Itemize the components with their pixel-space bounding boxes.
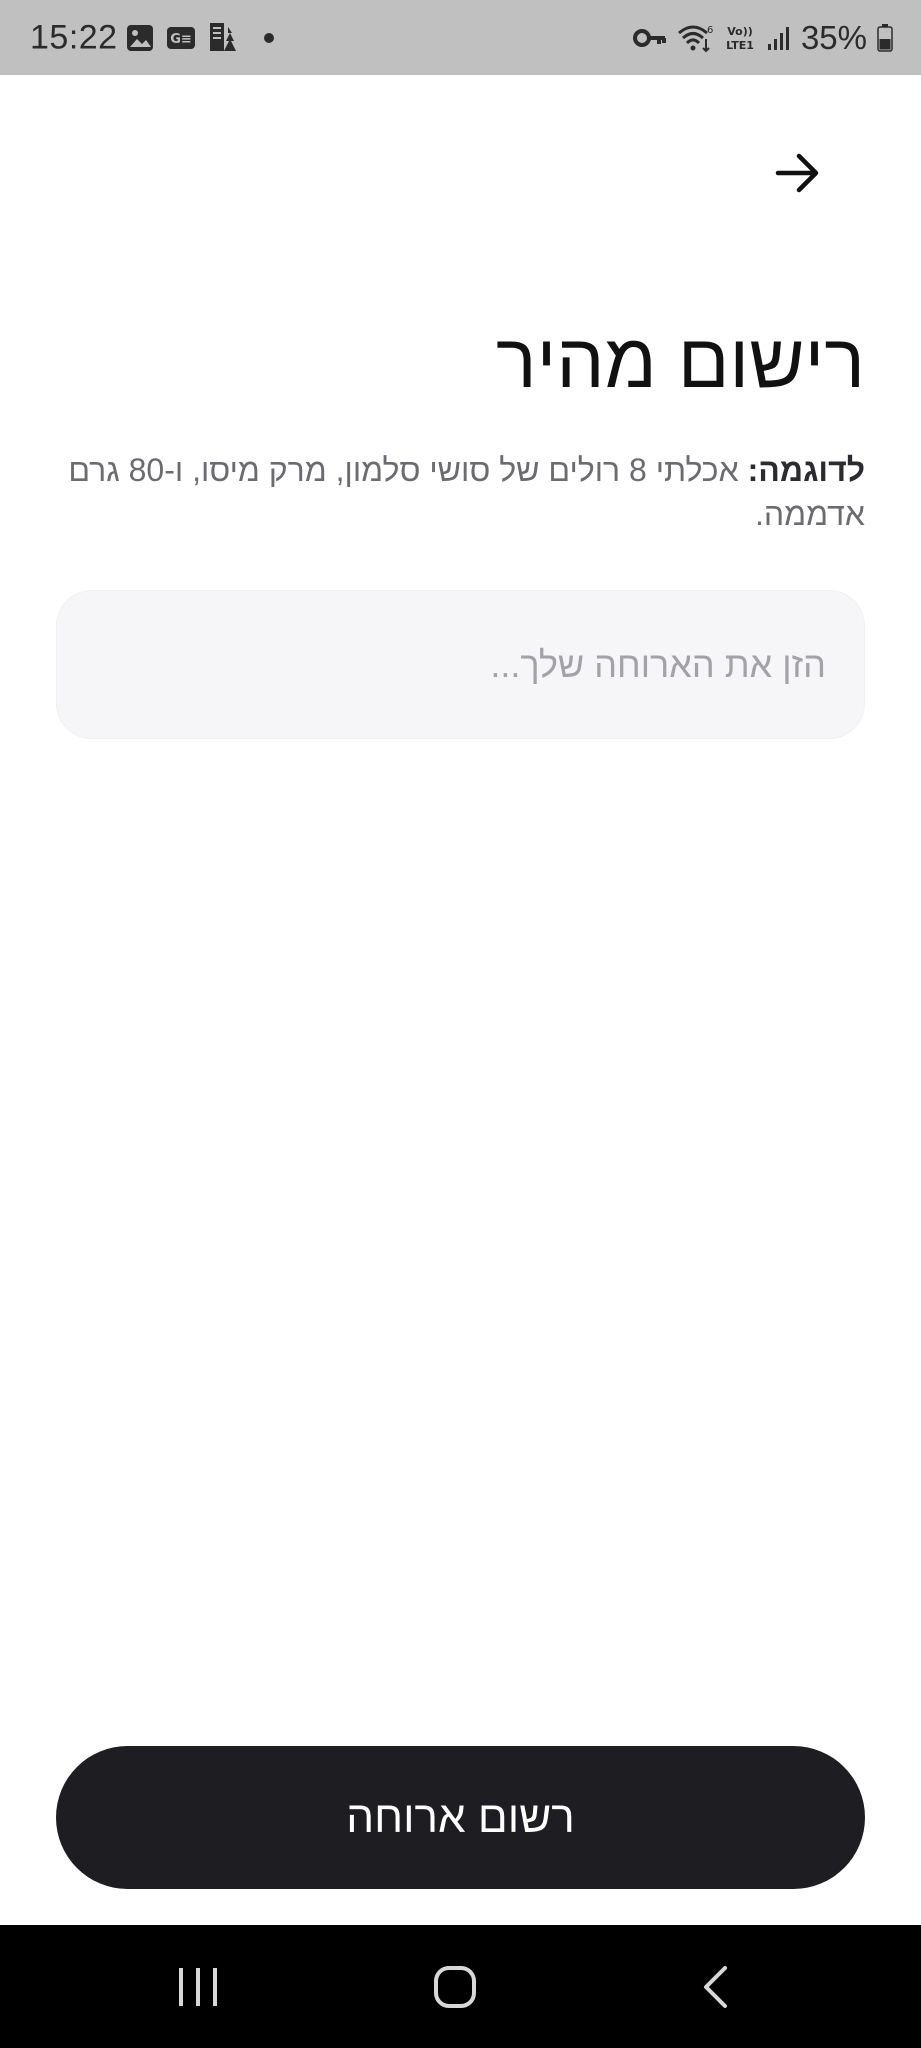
status-time: 15:22 xyxy=(30,18,118,56)
example-description: לדוגמה: אכלתי 8 רולים של סושי סלמון, מרק… xyxy=(56,448,865,536)
recents-button[interactable] xyxy=(128,1925,268,2048)
back-button[interactable] xyxy=(767,145,829,201)
news-icon xyxy=(210,22,236,51)
status-left-icons: G≡ xyxy=(126,21,276,55)
dot-icon xyxy=(264,32,274,43)
svg-text:Vo)): Vo)) xyxy=(727,25,753,38)
battery-percentage: 35% xyxy=(800,18,867,56)
ge-icon: G≡ xyxy=(167,26,195,49)
wifi-icon: 6 xyxy=(677,25,713,52)
quick-log-screen: 15:22 G≡ 6 Vo)) LTE1 35% רישום מהיר לדוג… xyxy=(0,0,921,2048)
status-bar: 15:22 G≡ 6 Vo)) LTE1 35% xyxy=(0,0,921,75)
battery-icon xyxy=(877,23,893,52)
arrow-right-icon xyxy=(775,153,819,193)
image-icon xyxy=(127,24,153,51)
log-meal-button[interactable]: רשום ארוחה xyxy=(56,1746,865,1889)
status-right-icons: 6 Vo)) LTE1 35% xyxy=(632,18,893,57)
home-button[interactable] xyxy=(385,1925,525,2048)
svg-text:LTE1: LTE1 xyxy=(726,39,754,52)
example-body: אכלתי 8 רולים של סושי סלמון, מרק מיסו, ו… xyxy=(68,452,865,532)
volte-lte-icon: Vo)) LTE1 xyxy=(726,25,754,52)
key-icon xyxy=(632,28,666,47)
page-title: רישום מהיר xyxy=(496,319,865,404)
recents-icon xyxy=(179,1967,217,2006)
svg-text:6: 6 xyxy=(707,25,713,36)
back-icon xyxy=(704,1965,727,2008)
navigation-bar xyxy=(0,1925,921,2048)
example-label: לדוגמה: xyxy=(747,452,865,488)
system-back-button[interactable] xyxy=(645,1925,785,2048)
signal-icon xyxy=(767,26,789,50)
meal-input[interactable] xyxy=(56,590,865,739)
home-icon xyxy=(434,1965,476,2008)
svg-text:G≡: G≡ xyxy=(170,32,192,47)
